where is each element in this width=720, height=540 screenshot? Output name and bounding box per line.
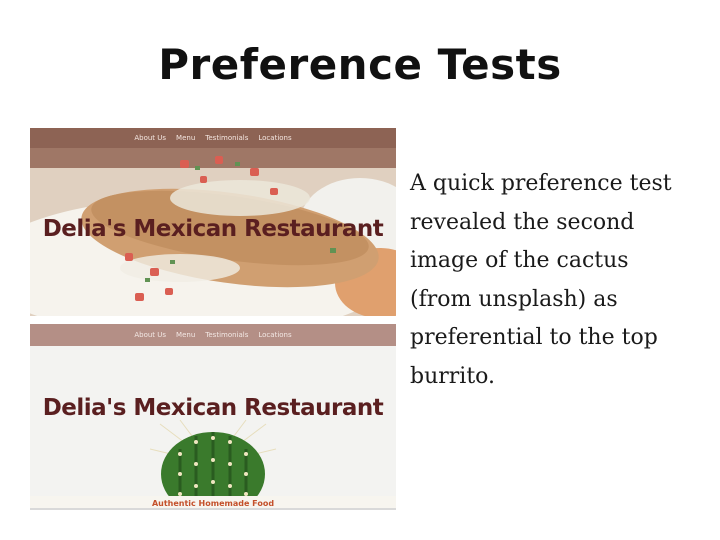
site-nav: About Us Menu Testimonials Locations	[30, 128, 396, 148]
nav-testimonials: Testimonials	[205, 331, 249, 339]
slide-title: Preference Tests	[158, 40, 562, 89]
tagline: Authentic Homemade Food	[151, 499, 275, 508]
nav-menu: Menu	[176, 331, 196, 339]
nav-about-us: About Us	[134, 134, 167, 142]
nav-menu: Menu	[176, 134, 196, 142]
site-nav: About Us Menu Testimonials Locations	[30, 324, 396, 346]
nav-locations: Locations	[258, 331, 292, 339]
nav-about-us: About Us	[134, 331, 167, 339]
nav-locations: Locations	[258, 134, 292, 142]
burrito-mockup: About Us Menu Testimonials Locations Del…	[30, 128, 396, 316]
nav-testimonials: Testimonials	[205, 134, 249, 142]
divider	[30, 508, 396, 510]
restaurant-name: Delia's Mexican Restaurant	[42, 395, 384, 421]
slide-body-text: A quick preference test revealed the sec…	[410, 171, 672, 389]
cactus-mockup: About Us Menu Testimonials Locations Del…	[30, 324, 396, 510]
restaurant-name: Delia's Mexican Restaurant	[42, 216, 384, 242]
